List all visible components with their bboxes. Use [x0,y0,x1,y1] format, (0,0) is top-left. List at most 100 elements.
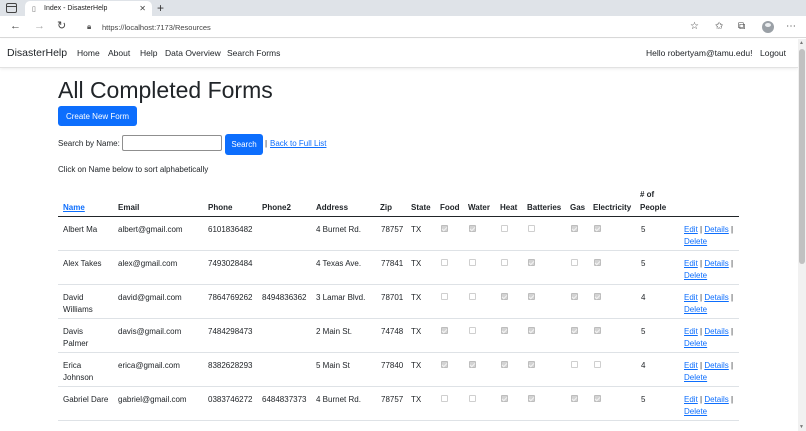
profile-icon[interactable] [762,21,774,33]
forward-icon[interactable]: → [34,20,45,33]
checkbox-electricity [594,225,601,232]
nav-home[interactable]: Home [77,48,100,58]
checkbox-water [469,395,476,402]
url-text[interactable]: https://localhost:7173/Resources [102,23,211,32]
delete-link[interactable]: Delete [684,237,707,246]
cell-zip: 77841 [381,259,404,268]
cell-zip: 74748 [381,327,404,336]
lock-icon[interactable]: 🔒︎ [87,22,91,32]
details-link[interactable]: Details [704,395,728,404]
cell-name-line2: Johnson [63,373,94,382]
collections-icon[interactable]: ⧉ [738,21,745,32]
checkbox-heat [501,327,508,334]
scroll-thumb[interactable] [799,49,805,264]
checkbox-gas [571,361,578,368]
action-separator: | [731,395,734,404]
checkbox-batteries [528,293,535,300]
zip-header: Zip [380,203,392,212]
delete-link[interactable]: Delete [684,339,707,348]
refresh-icon[interactable]: ↻ [57,20,66,33]
action-separator: | [700,361,703,370]
checkbox-water [469,327,476,334]
table-row: Alex Takes alex@gmail.com 7493028484 4 Texa… [58,251,739,285]
table-row: Gabriel Dare gabriel@gmail.com 0383746272 6… [58,387,739,421]
delete-link[interactable]: Delete [684,373,707,382]
sort-hint: Click on Name below to sort alphabetical… [58,165,209,174]
cell-name: Albert Ma [63,225,98,234]
details-link[interactable]: Details [704,293,728,302]
address-bar[interactable]: 🔒︎ https://localhost:7173/Resources [78,19,706,35]
checkbox-gas [571,293,578,300]
people-header-line1: # of [640,190,655,199]
logout-link[interactable]: Logout [760,48,786,58]
checkbox-food [441,327,448,334]
details-link[interactable]: Details [704,361,728,370]
user-greeting[interactable]: Hello robertyam@tamu.edu! [646,48,752,58]
create-new-form-button[interactable]: Create New Form [58,106,137,126]
email-header: Email [118,203,140,212]
name-header-link[interactable]: Name [63,202,85,214]
search-input[interactable] [122,135,222,151]
delete-link[interactable]: Delete [684,271,707,280]
cell-people: 5 [641,395,646,404]
nav-about[interactable]: About [108,48,130,58]
search-button[interactable]: Search [225,134,263,155]
delete-link[interactable]: Delete [684,407,707,416]
row-actions: Edit | Details | Delete [684,258,733,282]
window-icon[interactable] [6,3,17,13]
checkbox-food [441,259,448,266]
table-row: David Williams david@gmail.com 7864769262 84… [58,285,739,319]
page-title: All Completed Forms [58,77,273,103]
cell-phone: 0383746272 [208,395,253,404]
heat-header: Heat [500,203,518,212]
edit-link[interactable]: Edit [684,293,698,302]
edit-link[interactable]: Edit [684,259,698,268]
cell-state: TX [411,327,422,336]
nav-data-overview[interactable]: Data Overview [165,48,221,58]
checkbox-electricity [594,259,601,266]
edit-link[interactable]: Edit [684,327,698,336]
cell-zip: 77840 [381,361,404,370]
checkbox-batteries [528,327,535,334]
scroll-down-icon[interactable]: ▼ [799,424,804,430]
back-to-full-list-link[interactable]: Back to Full List [270,139,326,148]
brand-link[interactable]: DisasterHelp [7,47,67,59]
cell-phone2: 8494836362 [262,293,307,302]
details-link[interactable]: Details [704,327,728,336]
cell-email: erica@gmail.com [118,361,180,370]
cell-email: albert@gmail.com [118,225,183,234]
favorites-add-icon[interactable]: ☆ [690,21,699,32]
edit-link[interactable]: Edit [684,225,698,234]
close-tab-icon[interactable]: ✕ [139,4,146,13]
nav-help[interactable]: Help [140,48,157,58]
delete-link[interactable]: Delete [684,305,707,314]
details-link[interactable]: Details [704,259,728,268]
scroll-up-icon[interactable]: ▲ [799,40,804,46]
menu-icon[interactable]: ⋯ [786,21,796,32]
cell-address: 2 Main St. [316,327,353,336]
checkbox-water [469,361,476,368]
cell-name-line2: Palmer [63,339,89,348]
page-scrollbar[interactable]: ▲ ▼ [798,39,806,431]
cell-people: 5 [641,225,646,234]
new-tab-icon[interactable]: + [157,1,164,15]
edit-link[interactable]: Edit [684,395,698,404]
action-separator: | [731,361,734,370]
checkbox-food [441,225,448,232]
water-header: Water [468,203,490,212]
table-row: Davis Palmer davis@gmail.com 7484298473 2 Ma… [58,319,739,353]
checkbox-water [469,259,476,266]
browser-tab[interactable]: ▯ Index - DisasterHelp ✕ [25,1,152,16]
details-link[interactable]: Details [704,225,728,234]
cell-phone: 7493028484 [208,259,253,268]
cell-name: Davis [63,327,84,336]
batteries-header: Batteries [527,203,562,212]
back-icon[interactable]: ← [10,20,21,33]
checkbox-gas [571,225,578,232]
cell-zip: 78701 [381,293,404,302]
favorites-icon[interactable]: ✩ [715,21,723,32]
table-row: Albert Ma albert@gmail.com 6101836482 4 Bur… [58,217,739,251]
cell-phone: 6101836482 [208,225,253,234]
edit-link[interactable]: Edit [684,361,698,370]
nav-search-forms[interactable]: Search Forms [227,48,280,58]
